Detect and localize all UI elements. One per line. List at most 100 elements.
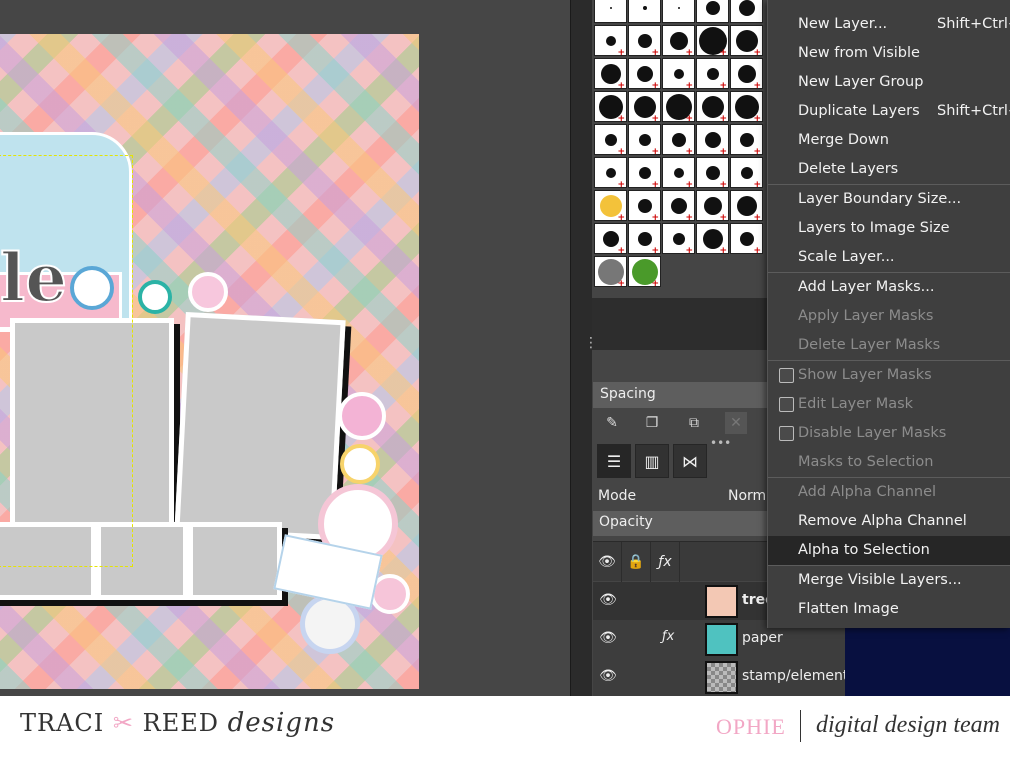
brush-thumbnail[interactable]: +	[696, 124, 729, 155]
menu-item-add-alpha-channel[interactable]: Add Alpha Channel	[768, 478, 1010, 507]
flower-embellishment	[188, 272, 228, 312]
fx-icon[interactable]: ƒx	[662, 629, 674, 644]
checkbox-icon[interactable]	[779, 426, 794, 441]
menu-item-label: Remove Alpha Channel	[798, 513, 967, 529]
layer-thumbnail[interactable]	[705, 585, 738, 618]
menu-item-label: New Layer Group	[798, 74, 924, 90]
brush-thumbnail[interactable]: +	[628, 25, 661, 56]
brush-thumbnail[interactable]: +	[696, 91, 729, 122]
menu-item-merge-visible-layers[interactable]: Merge Visible Layers...	[768, 566, 1010, 595]
layer-thumbnail[interactable]	[705, 661, 738, 694]
brush-thumbnail[interactable]: +	[594, 256, 627, 287]
brush-thumbnail[interactable]: +	[594, 58, 627, 89]
layer-row[interactable]: 👁 stamp/element	[593, 658, 848, 696]
layer-mode-row[interactable]: Mode Norm	[593, 484, 768, 510]
opacity-slider[interactable]: Opacity	[593, 511, 768, 536]
checkbox-icon[interactable]	[779, 368, 794, 383]
menu-item-show-layer-masks[interactable]: Show Layer Masks	[768, 361, 1010, 390]
brush-thumbnail[interactable]: +	[696, 157, 729, 188]
brush-thumbnail[interactable]: +	[662, 25, 695, 56]
menu-item-label: Flatten Image	[798, 601, 899, 617]
brush-thumbnail[interactable]	[696, 0, 729, 23]
brush-thumbnail[interactable]: +	[628, 157, 661, 188]
layer-name[interactable]: paper	[742, 630, 783, 646]
eye-icon[interactable]: 👁	[593, 542, 622, 582]
brush-thumbnail[interactable]: +	[662, 157, 695, 188]
menu-item-flatten-image[interactable]: Flatten Image	[768, 595, 1010, 624]
menu-item-label: New from Visible	[798, 45, 920, 61]
image-canvas[interactable]: le	[0, 0, 570, 696]
brush-thumbnail[interactable]: +	[594, 190, 627, 221]
brush-thumbnail[interactable]: +	[628, 190, 661, 221]
menu-item-disable-layer-masks[interactable]: Disable Layer Masks	[768, 419, 1010, 448]
brush-thumbnail[interactable]	[594, 0, 627, 23]
menu-item-remove-alpha-channel[interactable]: Remove Alpha Channel	[768, 507, 1010, 536]
selection-marquee	[0, 155, 133, 567]
brushes-grid[interactable]: + + + + + + + + + + + + + + + + + + + + + + + + + + + + + + + + + + + + +	[592, 0, 767, 300]
menu-item-alpha-to-selection[interactable]: Alpha to Selection	[768, 536, 1010, 565]
menu-item-delete-layers[interactable]: Delete Layers	[768, 155, 1010, 184]
menu-item-scale-layer[interactable]: Scale Layer...	[768, 243, 1010, 272]
edit-brush-button[interactable]: ✎	[601, 412, 623, 434]
brush-thumbnail[interactable]: +	[662, 223, 695, 254]
brush-thumbnail[interactable]: +	[662, 190, 695, 221]
brush-thumbnail[interactable]: +	[628, 91, 661, 122]
menu-item-add-layer-masks[interactable]: Add Layer Masks...	[768, 273, 1010, 302]
brush-thumbnail[interactable]: +	[730, 157, 763, 188]
brush-thumbnail[interactable]: +	[730, 25, 763, 56]
brush-thumbnail[interactable]	[628, 0, 661, 23]
lock-icon[interactable]: 🔒	[622, 542, 651, 582]
tab-paths[interactable]: ⋈	[673, 444, 707, 478]
brushes-empty-area	[592, 298, 767, 350]
brush-thumbnail[interactable]: +	[730, 223, 763, 254]
brush-thumbnail[interactable]: +	[696, 25, 729, 56]
menu-item-layers-to-image-size[interactable]: Layers to Image Size	[768, 214, 1010, 243]
brush-thumbnail[interactable]: +	[696, 190, 729, 221]
brush-thumbnail[interactable]: +	[730, 190, 763, 221]
duplicate-brush-button[interactable]: ⧉	[683, 412, 705, 434]
menu-item-merge-down[interactable]: Merge Down	[768, 126, 1010, 155]
brush-thumbnail[interactable]: +	[730, 91, 763, 122]
menu-item-delete-layer-masks[interactable]: Delete Layer Masks	[768, 331, 1010, 360]
menu-item-new-layer-group[interactable]: New Layer Group	[768, 68, 1010, 97]
tab-layers[interactable]: ☰	[597, 444, 631, 478]
brush-thumbnail[interactable]: +	[662, 124, 695, 155]
brush-thumbnail[interactable]: +	[730, 58, 763, 89]
menu-item-masks-to-selection[interactable]: Masks to Selection	[768, 448, 1010, 477]
brush-thumbnail[interactable]: +	[594, 25, 627, 56]
menu-item-edit-layer-mask[interactable]: Edit Layer Mask	[768, 390, 1010, 419]
brush-thumbnail[interactable]: +	[662, 58, 695, 89]
brush-thumbnail[interactable]: +	[730, 124, 763, 155]
layer-thumbnail[interactable]	[705, 623, 738, 656]
brush-thumbnail[interactable]: +	[628, 223, 661, 254]
brush-thumbnail[interactable]: +	[594, 91, 627, 122]
fx-icon[interactable]: ƒx	[651, 542, 680, 582]
menu-item-duplicate-layers[interactable]: Duplicate Layers Shift+Ctrl+	[768, 97, 1010, 126]
brush-thumbnail[interactable]: +	[594, 124, 627, 155]
delete-brush-button[interactable]: ✕	[725, 412, 747, 434]
spacing-slider[interactable]: Spacing	[593, 382, 768, 408]
brush-thumbnail[interactable]: +	[594, 157, 627, 188]
eye-icon[interactable]: 👁	[599, 630, 617, 648]
brush-thumbnail[interactable]: +	[696, 58, 729, 89]
eye-icon[interactable]: 👁	[599, 668, 617, 686]
eye-icon[interactable]: 👁	[599, 592, 617, 610]
brush-thumbnail[interactable]	[730, 0, 763, 23]
layer-name[interactable]: stamp/element	[742, 668, 848, 684]
brush-thumbnail[interactable]: +	[662, 91, 695, 122]
brush-thumbnail[interactable]	[662, 0, 695, 23]
brush-thumbnail[interactable]: +	[628, 256, 661, 287]
menu-item-label: Merge Visible Layers...	[798, 572, 962, 588]
checkbox-icon[interactable]	[779, 397, 794, 412]
mode-dropdown[interactable]: Norm	[728, 488, 766, 504]
brush-thumbnail[interactable]: +	[628, 124, 661, 155]
brush-thumbnail[interactable]: +	[696, 223, 729, 254]
menu-item-layer-boundary-size[interactable]: Layer Boundary Size...	[768, 185, 1010, 214]
brush-thumbnail[interactable]: +	[594, 223, 627, 254]
menu-item-apply-layer-masks[interactable]: Apply Layer Masks	[768, 302, 1010, 331]
new-brush-button[interactable]: ❐	[641, 412, 663, 434]
menu-item-new-from-visible[interactable]: New from Visible	[768, 39, 1010, 68]
menu-item-new-layer[interactable]: New Layer... Shift+Ctrl+	[768, 10, 1010, 39]
brush-thumbnail[interactable]: +	[628, 58, 661, 89]
tab-channels[interactable]: ▥	[635, 444, 669, 478]
